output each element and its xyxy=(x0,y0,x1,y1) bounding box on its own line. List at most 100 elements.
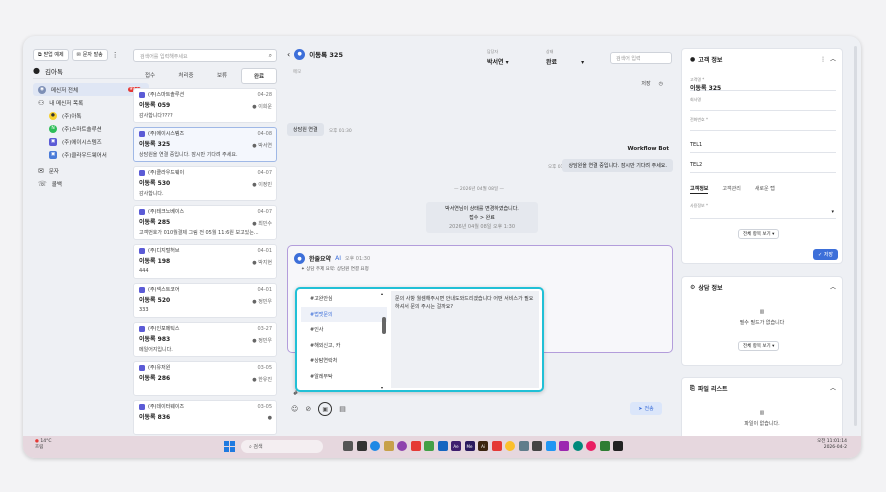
usage-info-select[interactable]: 사용정보 * ▾ xyxy=(690,203,836,219)
nav-sms[interactable]: ✉ 문자 xyxy=(33,164,149,177)
nav-smartsolution[interactable]: N (주)스마트솔루션 xyxy=(33,122,149,135)
template-item[interactable]: #인사 xyxy=(301,322,387,338)
company-field[interactable]: 회사명 xyxy=(690,97,836,111)
chevron-up-icon[interactable]: ▴ xyxy=(381,291,383,296)
user-profile[interactable]: ● 김아톡 xyxy=(33,65,149,79)
view-all-fields-button[interactable]: 전체 항목 보기 ▾ xyxy=(738,229,780,239)
nav-asystems[interactable]: ▣ (주)에이시스템즈 xyxy=(33,135,149,148)
list-search-input[interactable]: 검색어를 입력해주세요 ⌕ xyxy=(133,49,277,62)
app-icon[interactable] xyxy=(356,441,367,451)
app-icon[interactable] xyxy=(586,441,596,451)
app-icon[interactable] xyxy=(397,441,407,451)
template-list: #고완안심 #법맷문의 #인사 #해외신고, 카 #상탐연락처 #알레부탁 xyxy=(301,291,387,388)
user-icon: ● xyxy=(252,377,257,383)
comment-icon[interactable]: ▤ xyxy=(339,405,346,413)
chevron-up-icon[interactable]: ︿ xyxy=(830,282,836,291)
chevron-up-icon[interactable]: ︿ xyxy=(830,56,836,63)
ai-icon[interactable]: Ai xyxy=(478,441,488,451)
conversation-item[interactable]: (주)디지털허브 04-01 이동록 198 ● 박지현 444 xyxy=(133,244,277,279)
nav-atok[interactable]: ● (주)아톡 xyxy=(33,109,149,122)
conversation-item[interactable]: (주)데이터웨이즈 03-05 이동록 836 ● xyxy=(133,400,277,435)
customer-name-field[interactable]: 고객명 * 이동록 325 xyxy=(690,77,836,92)
conversation-item[interactable]: (주)에이시스템즈 04-08 이동록 325 ● 박서연 상담원을 연결 중입니다. … xyxy=(133,127,277,162)
conversation-item[interactable]: (주)클라우드웨이 04-07 이동록 530 ● 이정민 감사합니다. xyxy=(133,166,277,201)
attach-icon[interactable]: ⊘ xyxy=(305,405,311,413)
conversation-item[interactable]: (주)넥스트코어 04-01 이동록 520 ● 정민우 333 xyxy=(133,283,277,318)
nav-my-messengers[interactable]: ⚇ 내 메신저 목록 xyxy=(33,96,149,109)
status-select[interactable]: 상태 완료 ▾ xyxy=(546,49,584,66)
send-button[interactable]: ➤ 전송 xyxy=(630,402,662,415)
clock[interactable]: 오전 11:01:14 2026-04-2 xyxy=(817,439,847,451)
nav-callback[interactable]: ☏ 콜백 xyxy=(33,177,149,190)
taskbar-apps: Ae Me Ai xyxy=(343,441,623,451)
app-icon[interactable] xyxy=(559,441,569,451)
search-icon[interactable]: ⌕ xyxy=(269,52,272,60)
chrome-icon[interactable] xyxy=(505,441,515,451)
app-icon[interactable] xyxy=(545,441,556,451)
view-all-fields-button[interactable]: 전체 항목 보기 ▾ xyxy=(738,341,780,351)
weather-widget[interactable]: ● 14°C 흐림 xyxy=(35,439,52,451)
emoji-icon[interactable]: ☺ xyxy=(291,405,298,413)
edge-icon[interactable] xyxy=(370,441,380,451)
conversation-item[interactable]: (주)테크노베이스 04-07 이동록 285 ● 최민수 고객번호가 010월결제 그… xyxy=(133,205,277,240)
tab-customer-info[interactable]: 고객정보 xyxy=(690,185,709,194)
chevron-up-icon[interactable]: ︿ xyxy=(830,383,836,392)
back-icon[interactable]: ‹ xyxy=(287,50,290,59)
conversation-item[interactable]: (주)인포메틱스 03-27 이동록 983 ● 정민우 메일어지입니다. xyxy=(133,322,277,357)
template-scrollbar[interactable]: ▴ ▾ xyxy=(381,291,387,390)
me-icon[interactable]: Me xyxy=(464,441,475,451)
tel2-field[interactable]: TEL2 xyxy=(690,157,836,173)
app-icon[interactable] xyxy=(613,441,623,451)
ae-icon[interactable]: Ae xyxy=(451,441,461,451)
tel1-field[interactable]: TEL1 xyxy=(690,137,836,153)
start-button[interactable] xyxy=(224,441,235,452)
nav-all-messengers[interactable]: ◉메신저 전체99+ xyxy=(33,83,149,96)
template-item[interactable]: #해외신고, 카 xyxy=(301,338,387,354)
send-sms-button[interactable]: ✉ 문자 발송 xyxy=(71,48,108,61)
assignee-select[interactable]: 담당자 박서연 ▾ xyxy=(487,49,509,66)
agent-label: ● 정민우 xyxy=(252,299,272,305)
template-item[interactable]: #알레부탁 xyxy=(301,369,387,385)
app-icon[interactable] xyxy=(424,441,434,451)
message-input[interactable]: # xyxy=(293,390,298,397)
tab-processing[interactable]: 처리중 xyxy=(169,68,203,84)
tab-received[interactable]: 접수 xyxy=(133,68,167,84)
channel-icon xyxy=(139,169,145,176)
scroll-thumb[interactable] xyxy=(382,317,386,334)
chat-search-input[interactable]: 검색어 입력 xyxy=(610,52,672,64)
calendar-icon[interactable] xyxy=(532,441,542,451)
window-scrollbar[interactable] xyxy=(854,46,857,426)
taskbar-search[interactable]: ⌕ 검색 xyxy=(241,440,323,453)
chevron-down-icon[interactable]: ▾ xyxy=(381,385,383,390)
channel-icon xyxy=(139,91,145,98)
app-icon[interactable] xyxy=(572,441,583,451)
more-icon[interactable]: ⋮ xyxy=(112,51,119,59)
tab-customer-manage[interactable]: 고객관리 xyxy=(722,185,740,194)
template-item[interactable]: #법맷문의 xyxy=(301,306,387,322)
nav-cloudware[interactable]: ▣ (주)클라우드웨어서 xyxy=(33,148,149,161)
more-icon[interactable]: ⋮ xyxy=(820,56,826,63)
tab-new[interactable]: 새로운 탭 xyxy=(755,185,775,194)
memo-save-button[interactable]: 저장 xyxy=(641,81,650,87)
history-icon[interactable]: ◷ xyxy=(659,81,663,87)
app-icon[interactable] xyxy=(437,441,448,451)
customer-save-button[interactable]: ✓ 저장 xyxy=(813,249,838,260)
app-icon[interactable] xyxy=(518,441,529,451)
app-icon[interactable] xyxy=(599,441,610,451)
app-icon[interactable] xyxy=(491,441,502,451)
app-icon[interactable] xyxy=(410,441,421,451)
app-icon[interactable] xyxy=(343,441,353,451)
conversation-item[interactable]: (주)스마트솔루션 04-28 이동록 059 ● 이희운 감사합니다???? xyxy=(133,88,277,123)
chat-header: ‹ ● 이동록 325 메모 담당자 박서연 ▾ 상태 완료 ▾ 검색어 입력 xyxy=(281,36,677,75)
phone-field[interactable]: 전화번호 * xyxy=(690,117,836,131)
conversation-item[interactable]: (주)유저원 03-05 이동록 286 ● 한유진 xyxy=(133,361,277,396)
template-item[interactable]: #상탐연락처 xyxy=(301,353,387,369)
template-icon[interactable]: ▣ xyxy=(318,402,333,416)
popup-example-button[interactable]: ⧉ 받업 예제 xyxy=(33,48,69,61)
avatar: ● xyxy=(294,48,306,60)
tab-completed[interactable]: 완료 xyxy=(241,68,277,84)
template-item[interactable]: #고완안심 xyxy=(301,291,387,307)
folder-icon[interactable] xyxy=(383,441,394,451)
tab-hold[interactable]: 보류 xyxy=(205,68,239,84)
company-name: (주)디지털허브 xyxy=(148,248,180,254)
